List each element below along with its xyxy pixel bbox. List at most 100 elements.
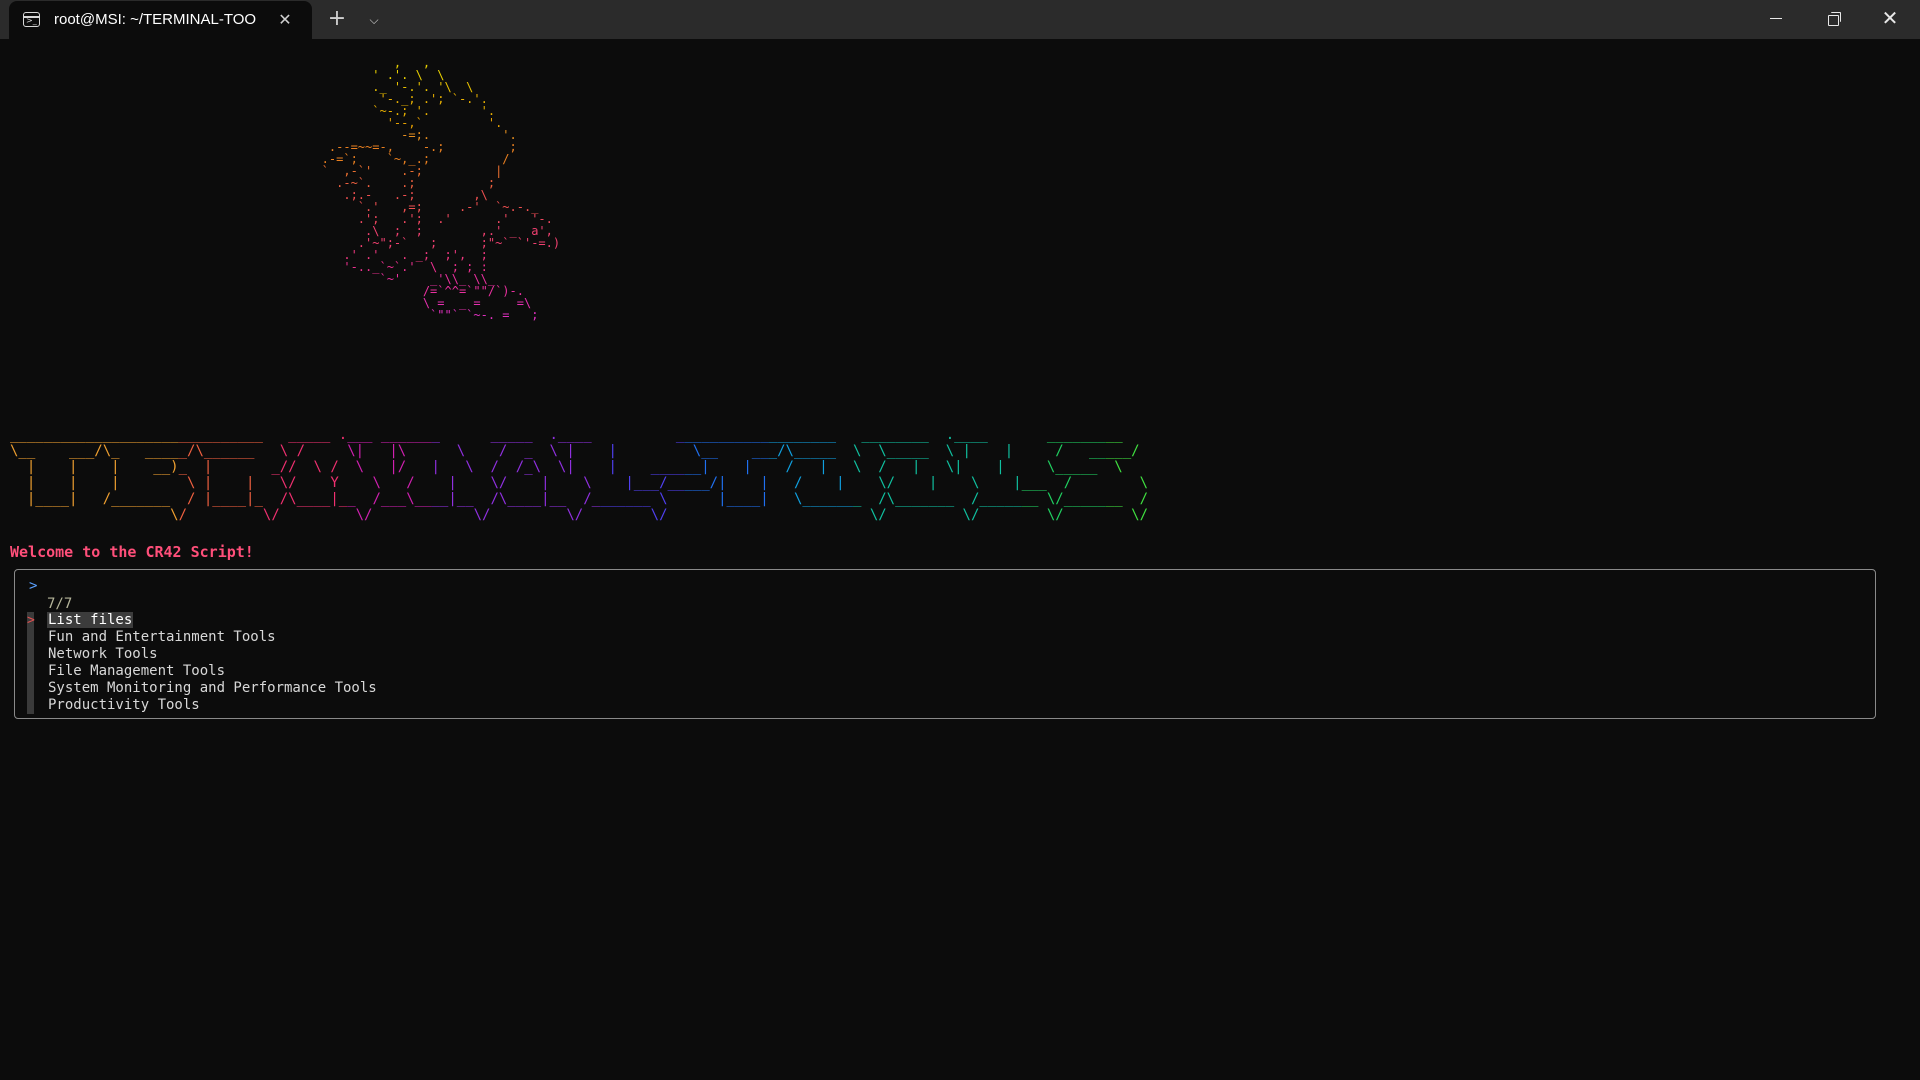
banner-segment: ___ ______	[347, 427, 432, 443]
menu-item-label: Network Tools	[48, 646, 158, 662]
banner-segment: | __)	[94, 459, 179, 475]
banner-segment: \ /	[262, 443, 348, 459]
close-button[interactable]: ✕	[1862, 0, 1918, 39]
banner-segment: \/	[1021, 507, 1106, 523]
banner-segment: _// \ /	[262, 459, 348, 475]
banner-segment: ___/| |	[684, 475, 769, 491]
banner-segment: ______ \	[600, 491, 685, 507]
menu-item-label: System Monitoring and Performance Tools	[48, 680, 377, 696]
restore-button[interactable]	[1804, 0, 1860, 39]
banner-segment: \/	[852, 507, 938, 523]
banner-segment: \/	[1105, 507, 1149, 523]
gutter-bar	[27, 629, 34, 646]
banner-segment: \ | |	[937, 443, 1022, 459]
banner-segment: _ |	[178, 459, 263, 475]
banner-segment: \__ __	[684, 443, 769, 459]
banner-segment: |___/__	[600, 475, 685, 491]
banner-segment: | \ /	[431, 459, 516, 475]
banner-segment: | \/	[431, 475, 516, 491]
banner-segment: .____	[937, 427, 1022, 443]
search-prompt[interactable]: >	[29, 578, 37, 594]
menu-item-file-management[interactable]: File Management Tools	[27, 663, 378, 680]
banner-segment: \	[1105, 459, 1123, 475]
banner-segment: ___ /	[1021, 475, 1106, 491]
banner-segment: \ \_____	[852, 443, 938, 459]
title-bar: >_ root@MSI: ~/TERMINAL-TOO ✕ + ⌵ ✕	[0, 0, 1920, 39]
banner-segment: |	[600, 443, 685, 459]
banner-segment: ________	[768, 427, 853, 443]
menu-item-network-tools[interactable]: Network Tools	[27, 646, 378, 663]
gutter-bar	[27, 646, 34, 663]
banner-segment: /	[178, 507, 263, 523]
result-count: 7/7	[47, 596, 73, 612]
banner-segment: \__ ___	[10, 443, 95, 459]
banner-segment: |	[94, 475, 179, 491]
banner-segment: \/	[347, 507, 432, 523]
banner-segment: \ |	[937, 475, 1022, 491]
banner-segment: ___/	[1105, 443, 1140, 459]
tab-title: root@MSI: ~/TERMINAL-TOO	[54, 11, 257, 28]
menu-item-system-monitoring[interactable]: System Monitoring and Performance Tools	[27, 680, 378, 697]
menu-item-fun-tools[interactable]: Fun and Entertainment Tools	[27, 629, 378, 646]
terminal-icon: >_	[23, 12, 40, 27]
banner-segment: \ / |	[852, 459, 938, 475]
banner-segment	[684, 507, 768, 523]
banner-segment: \| |	[937, 459, 1022, 475]
dragon-ascii-art: , , ' .'. \ \ ._ '-.'. '\ \ '-._; .'; `-…	[300, 57, 680, 429]
banner-segment: | |	[10, 475, 95, 491]
banner-segment: \	[94, 507, 179, 523]
banner-segment: _____ .	[262, 427, 348, 443]
banner-segment: | |	[10, 459, 95, 475]
restore-icon-front	[1828, 15, 1839, 26]
banner-segment: /\____|_	[262, 491, 348, 507]
banner-segment: _ /___\__	[347, 491, 432, 507]
banner-segment: / __	[1021, 443, 1106, 459]
banner-segment: / |	[768, 459, 853, 475]
banner-segment	[10, 507, 94, 523]
banner-segment: | \	[515, 475, 601, 491]
selection-menu[interactable]: > 7/7 > List files Fun and Entertainment…	[14, 569, 1876, 719]
banner-segment: | ____	[600, 459, 685, 475]
banner-segment: __	[1105, 427, 1123, 443]
banner-segment: __ /_____	[937, 491, 1022, 507]
banner-segment: _ \ |	[515, 443, 601, 459]
banner-segment: _/\______	[178, 443, 263, 459]
menu-list: > List files Fun and Entertainment Tools…	[27, 612, 378, 714]
banner-segment: |____|	[684, 491, 769, 507]
minimize-button[interactable]	[1748, 0, 1804, 39]
banner-segment: \/	[262, 507, 348, 523]
banner-segment: __|__ /\_	[431, 491, 516, 507]
banner-segment: \______	[768, 491, 853, 507]
chevron-down-icon[interactable]: ⌵	[362, 8, 386, 32]
banner-segment: / |____|_	[178, 491, 263, 507]
banner-segment: /_______	[94, 491, 179, 507]
banner-segment: \ |/	[347, 459, 432, 475]
banner-segment: __ /	[1105, 491, 1149, 507]
banner-segment: \ /	[431, 443, 516, 459]
banner-segment: __________	[178, 427, 263, 443]
menu-item-label: List files	[47, 612, 134, 628]
banner-segment: |____|	[10, 491, 95, 507]
banner-segment: _/\_____	[768, 443, 853, 459]
gutter-bar	[27, 680, 34, 697]
menu-item-productivity[interactable]: Productivity Tools	[27, 697, 378, 714]
terminal-tab[interactable]: >_ root@MSI: ~/TERMINAL-TOO ✕	[9, 1, 312, 39]
gutter-bar	[27, 697, 34, 714]
welcome-message: Welcome to the CR42 Script!	[10, 543, 254, 561]
banner-segment: \/	[515, 507, 601, 523]
banner-segment: _______	[1021, 427, 1106, 443]
art-line: `""` `~-. = ;	[300, 308, 539, 322]
gutter-bar	[27, 663, 34, 680]
terminal-output[interactable]: , , ' .'. \ \ ._ '-.'. '\ \ '-._; .'; `-…	[0, 39, 1920, 1080]
new-tab-button[interactable]: +	[325, 8, 349, 32]
banner-segment: \ | |	[178, 475, 263, 491]
banner-segment: \	[1105, 475, 1149, 491]
menu-item-list-files[interactable]: > List files	[27, 612, 378, 629]
banner-segment: ________	[852, 427, 938, 443]
tab-close-icon[interactable]: ✕	[275, 10, 295, 30]
banner-segment: \_____	[1021, 459, 1106, 475]
banner-segment: __________	[94, 427, 179, 443]
banner-segment: \ /	[347, 475, 432, 491]
banner-segment: __________	[684, 427, 769, 443]
menu-item-label: Productivity Tools	[48, 697, 200, 713]
